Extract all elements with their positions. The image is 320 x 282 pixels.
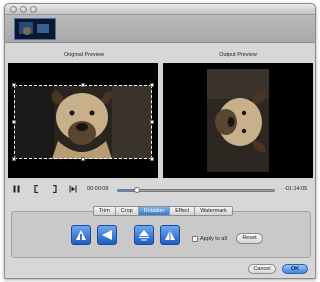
original-preview [8,63,158,178]
tab-crop[interactable]: Crop [116,207,139,215]
cancel-button[interactable]: Cancel [248,264,276,274]
apply-to-all-checkbox[interactable] [192,236,198,242]
minimize-icon[interactable] [20,6,27,13]
timeline-playhead[interactable] [133,187,140,193]
tab-effect[interactable]: Effect [170,207,196,215]
rotate-counterclockwise-icon[interactable] [97,225,117,245]
close-icon[interactable] [10,6,17,13]
crop-handle[interactable] [81,157,85,161]
clip-thumbnail-strip [5,15,315,43]
reset-button[interactable]: Reset [236,233,263,244]
crop-handle[interactable] [150,120,154,124]
crop-handle[interactable] [12,120,16,124]
flip-horizontal-icon[interactable] [160,225,180,245]
output-preview [163,63,313,178]
mark-out-icon[interactable] [52,184,57,195]
tab-trim[interactable]: Trim [94,207,116,215]
timeline-slider[interactable] [117,187,275,193]
preview-labels: Original Preview Output Preview [5,52,315,62]
elapsed-time: 00:00:09 [87,186,109,192]
crop-selection-box[interactable] [12,83,154,161]
rotate-clockwise-icon[interactable] [71,225,91,245]
zoom-icon[interactable] [30,6,37,13]
playback-controls: 00:00:09 -01:14:05 [5,183,315,197]
remaining-time: -01:14:05 [284,186,308,192]
output-preview-label: Output Preview [219,52,257,58]
editor-window: Original Preview Output Preview 00:00:09… [4,3,316,279]
flip-vertical-icon[interactable] [134,225,154,245]
crop-handle[interactable] [12,83,16,87]
crop-handle[interactable] [81,83,85,87]
edit-tabs: Trim Crop Rotation Effect Watermark [93,206,233,216]
tab-watermark[interactable]: Watermark [195,207,232,215]
rotation-panel: Apply to all Reset [11,211,311,258]
apply-to-all-label: Apply to all [200,236,227,242]
original-preview-label: Original Preview [63,52,105,58]
step-forward-icon[interactable] [69,185,77,195]
crop-handle[interactable] [150,83,154,87]
mark-in-icon[interactable] [34,184,39,195]
tab-rotation[interactable]: Rotation [138,207,171,215]
clip-thumbnail[interactable] [14,18,56,40]
pause-icon[interactable] [13,185,20,195]
title-bar [5,4,315,15]
ok-button[interactable]: OK [282,264,308,274]
crop-handle[interactable] [12,157,16,161]
crop-handle[interactable] [150,157,154,161]
